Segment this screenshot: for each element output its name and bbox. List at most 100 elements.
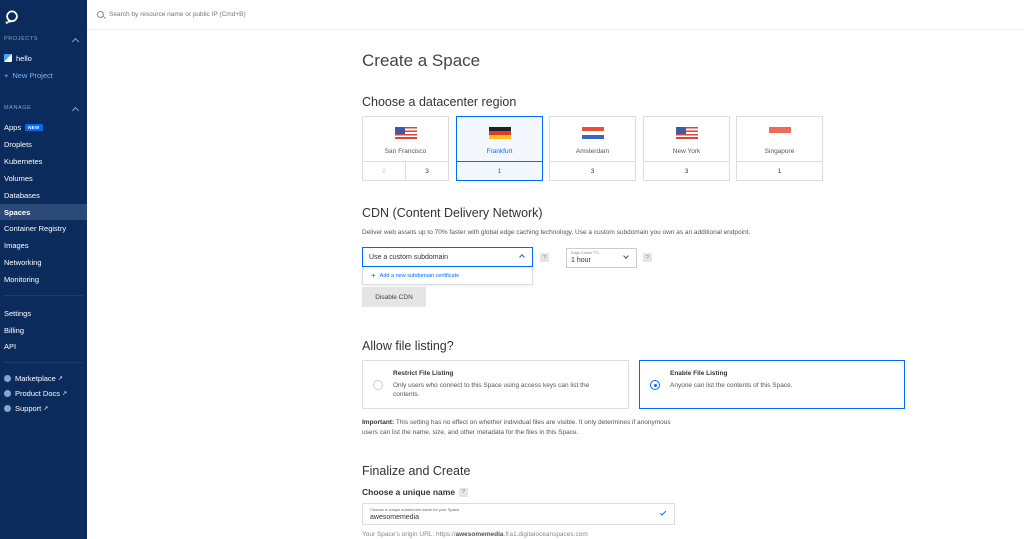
sidebar-item-label: Droplets <box>4 139 32 149</box>
us-flag-icon <box>675 127 698 139</box>
sidebar-item-support[interactable]: Support ↗ <box>0 400 87 416</box>
add-certificate-label: Add a new subdomain certificate <box>379 272 460 279</box>
sidebar-item-label: Marketplace <box>15 373 56 383</box>
sidebar-item-droplets[interactable]: Droplets <box>0 136 87 152</box>
sidebar-item-monitoring[interactable]: Monitoring <box>0 271 87 287</box>
sidebar-item-databases[interactable]: Databases <box>0 187 87 203</box>
sidebar-item-label: Kubernetes <box>4 156 43 166</box>
sidebar-item-label: hello <box>16 53 32 63</box>
collapse-projects-icon[interactable] <box>71 37 80 46</box>
manage-heading: MANAGE <box>4 105 32 111</box>
sidebar-item-kubernetes[interactable]: Kubernetes <box>0 153 87 169</box>
sidebar-item-marketplace[interactable]: Marketplace ↗ <box>0 370 87 386</box>
docs-icon <box>4 389 11 397</box>
file-listing-heading: Allow file listing? <box>362 339 454 353</box>
sidebar-item-label: Support <box>15 403 42 413</box>
region-option-count[interactable]: 1 <box>737 162 822 180</box>
sidebar-item-product-docs[interactable]: Product Docs ↗ <box>0 385 87 401</box>
add-certificate-option[interactable]: + Add a new subdomain certificate <box>362 267 533 285</box>
region-option-count[interactable]: 2 <box>363 162 406 180</box>
enable-radio[interactable] <box>650 380 660 390</box>
germany-flag-icon <box>488 127 511 139</box>
option-title: Restrict File Listing <box>393 370 454 377</box>
sidebar-item-label: Networking <box>4 257 42 267</box>
file-listing-note: Important: This setting has no effect on… <box>362 418 682 438</box>
us-flag-icon <box>394 127 417 139</box>
region-name: Frankfurt <box>486 148 513 155</box>
enable-file-listing-option[interactable]: Enable File Listing Anyone can list the … <box>639 360 905 409</box>
disable-cdn-button[interactable]: Disable CDN <box>362 287 426 307</box>
finalize-heading: Finalize and Create <box>362 464 471 478</box>
region-option-count[interactable]: 3 <box>406 162 448 180</box>
space-name-field[interactable]: Choose a unique subdomain name for your … <box>362 503 675 525</box>
sidebar-item-label: Databases <box>4 190 40 200</box>
chevron-up-icon <box>519 254 525 260</box>
option-description: Anyone can list the contents of this Spa… <box>670 382 793 389</box>
region-new-york[interactable]: New York 3 <box>643 116 730 181</box>
sidebar-item-images[interactable]: Images <box>0 237 87 253</box>
custom-subdomain-select[interactable]: Use a custom subdomain <box>362 247 533 267</box>
sidebar-item-settings[interactable]: Settings <box>0 305 87 321</box>
sidebar-item-spaces[interactable]: Spaces <box>0 204 87 220</box>
sidebar-item-label: Settings <box>4 308 32 318</box>
project-icon <box>4 54 12 62</box>
sidebar-item-label: Apps <box>4 122 22 132</box>
datacenter-heading: Choose a datacenter region <box>362 95 517 109</box>
sidebar-item-label: New Project <box>12 70 53 80</box>
sidebar-divider <box>4 362 83 363</box>
search-input[interactable] <box>109 11 409 18</box>
region-frankfurt[interactable]: Frankfurt 1 <box>456 116 543 181</box>
sidebar-item-label: Container Registry <box>4 223 67 233</box>
restrict-file-listing-option[interactable]: Restrict File Listing Only users who con… <box>362 360 629 409</box>
origin-suffix: .fra1.digitaloceanspaces.com <box>503 531 588 538</box>
cdn-heading: CDN (Content Delivery Network) <box>362 206 543 220</box>
new-project-link[interactable]: + New Project <box>0 67 87 83</box>
region-option-count[interactable]: 1 <box>457 162 542 180</box>
sidebar: PROJECTS hello + New Project MANAGE Apps… <box>0 0 87 539</box>
sidebar-item-volumes[interactable]: Volumes <box>0 170 87 186</box>
sidebar-item-label: Billing <box>4 325 25 335</box>
ttl-label: Edge Cache TTL <box>571 251 600 255</box>
region-name: Singapore <box>764 148 795 155</box>
region-option-count[interactable]: 3 <box>550 162 635 180</box>
sidebar-divider <box>4 295 83 296</box>
sidebar-item-label: API <box>4 341 17 351</box>
name-help-icon[interactable]: ? <box>459 487 469 497</box>
note-label: Important: <box>362 419 395 426</box>
external-link-icon: ↗ <box>57 375 63 382</box>
sidebar-item-project-hello[interactable]: hello <box>0 50 87 66</box>
sidebar-item-api[interactable]: API <box>0 338 87 354</box>
collapse-manage-icon[interactable] <box>71 106 80 115</box>
ttl-help-icon[interactable]: ? <box>643 253 652 262</box>
cdn-help-icon[interactable]: ? <box>540 253 549 262</box>
sidebar-item-label: Monitoring <box>4 274 40 284</box>
marketplace-icon <box>4 374 11 382</box>
sidebar-item-apps[interactable]: Apps NEW <box>0 119 87 135</box>
sidebar-item-networking[interactable]: Networking <box>0 254 87 270</box>
region-name: San Francisco <box>384 148 427 155</box>
region-option-count[interactable]: 3 <box>644 162 729 180</box>
unique-name-heading: Choose a unique name <box>362 487 456 497</box>
sidebar-item-container-registry[interactable]: Container Registry <box>0 220 87 236</box>
digitalocean-logo-icon[interactable] <box>5 10 19 24</box>
check-icon <box>659 509 667 516</box>
region-san-francisco[interactable]: San Francisco 2 3 <box>362 116 449 181</box>
region-amsterdam[interactable]: Amsterdam 3 <box>549 116 636 181</box>
top-bar <box>87 0 1024 30</box>
edge-cache-ttl-select[interactable]: Edge Cache TTL 1 hour <box>566 248 637 268</box>
external-link-icon: ↗ <box>62 390 68 397</box>
sidebar-item-label: Volumes <box>4 173 33 183</box>
origin-name: awesomemedia <box>455 531 504 538</box>
name-field-label: Choose a unique subdomain name for your … <box>370 507 460 512</box>
note-text: This setting has no effect on whether in… <box>362 419 671 436</box>
origin-url: Your Space's origin URL: https://awesome… <box>362 531 588 538</box>
region-singapore[interactable]: Singapore 1 <box>736 116 823 181</box>
region-name: Amsterdam <box>575 148 610 155</box>
search-icon <box>97 11 104 18</box>
singapore-flag-icon <box>768 127 791 139</box>
plus-icon: + <box>371 271 376 280</box>
page-title: Create a Space <box>362 51 481 70</box>
restrict-radio[interactable] <box>373 380 383 390</box>
sidebar-item-billing[interactable]: Billing <box>0 322 87 338</box>
new-badge: NEW <box>25 123 43 131</box>
